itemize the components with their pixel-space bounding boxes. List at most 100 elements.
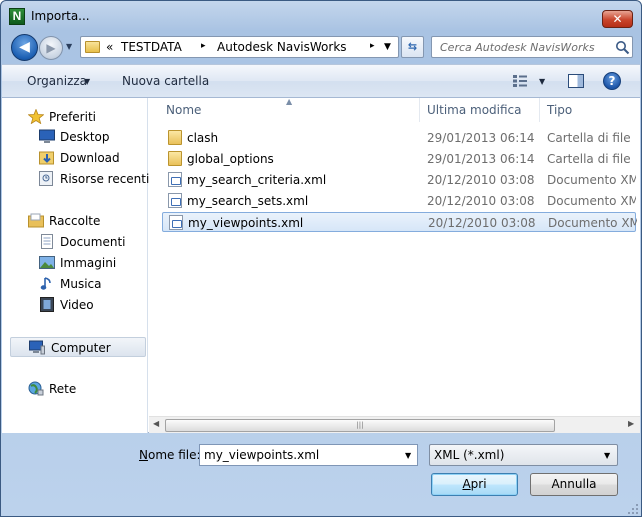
breadcrumb-overflow[interactable]: « — [106, 40, 113, 54]
column-header-type[interactable]: Tipo — [540, 98, 640, 122]
network-globe-icon — [28, 381, 44, 396]
file-modified: 20/12/2010 03:08 — [427, 194, 535, 208]
file-list: ▲ Nome Ultima modifica Tipo clash 29/01/… — [149, 97, 640, 433]
horizontal-scrollbar[interactable]: ◀ ||| ▶ — [149, 416, 640, 433]
search-box[interactable] — [431, 36, 633, 58]
breadcrumb-separator-icon[interactable]: ▸ — [201, 41, 206, 51]
forward-button[interactable]: ▶ — [39, 36, 63, 60]
file-name: clash — [187, 131, 219, 145]
recent-places-icon — [39, 171, 53, 186]
file-name: my_viewpoints.xml — [188, 216, 304, 230]
sidebar-item-label: Risorse recenti — [60, 172, 150, 186]
column-header-label: Ultima modifica — [427, 103, 522, 117]
close-button[interactable]: ✕ — [602, 10, 633, 28]
preview-pane-icon[interactable] — [568, 74, 584, 88]
sidebar-item-video[interactable]: Video — [2, 295, 148, 315]
sidebar-item-label: Download — [60, 151, 120, 165]
filename-label: Nome file: — [139, 448, 201, 462]
sidebar-item-computer[interactable]: Computer — [10, 337, 146, 357]
open-accelerator: A — [462, 477, 471, 491]
sidebar-item-label: Preferiti — [49, 110, 96, 124]
sidebar-item-libraries[interactable]: Raccolte — [2, 211, 148, 231]
sidebar-item-label: Desktop — [60, 130, 110, 144]
file-row-my-search-sets[interactable]: my_search_sets.xml 20/12/2010 03:08 Docu… — [162, 191, 636, 211]
arrow-right-icon: ▶ — [46, 41, 56, 55]
filename-label-accelerator: N — [139, 448, 148, 462]
sidebar-item-documents[interactable]: Documenti — [2, 232, 148, 252]
file-row-clash[interactable]: clash 29/01/2013 06:14 Cartella di file — [162, 128, 636, 148]
libraries-icon — [28, 213, 44, 228]
file-name: global_options — [187, 152, 274, 166]
xml-file-icon — [168, 172, 182, 187]
music-note-icon — [40, 277, 51, 290]
sidebar-item-label: Musica — [60, 277, 102, 291]
sidebar-item-label: Computer — [51, 341, 111, 355]
file-type: Documento XML — [547, 173, 636, 187]
sidebar-item-label: Video — [60, 298, 94, 312]
search-input[interactable] — [432, 37, 610, 57]
file-type: Documento XML — [547, 194, 636, 208]
sidebar-item-desktop[interactable]: Desktop — [2, 127, 148, 147]
video-film-icon — [40, 297, 54, 312]
file-row-my-search-criteria[interactable]: my_search_criteria.xml 20/12/2010 03:08 … — [162, 170, 636, 190]
column-header-modified[interactable]: Ultima modifica — [420, 98, 539, 122]
sidebar-item-label: Documenti — [60, 235, 126, 249]
chevron-down-icon[interactable]: ▼ — [84, 77, 90, 86]
scrollbar-thumb[interactable]: ||| — [165, 419, 555, 432]
arrow-left-icon: ◀ — [19, 39, 30, 55]
pictures-icon — [39, 256, 55, 269]
breadcrumb-testdata[interactable]: TESTDATA — [121, 40, 182, 54]
filename-input[interactable] — [199, 444, 418, 466]
refresh-button[interactable]: ⇆ — [401, 36, 424, 58]
scroll-right-icon[interactable]: ▶ — [628, 419, 634, 428]
sidebar-item-pictures[interactable]: Immagini — [2, 253, 148, 273]
address-dropdown-icon[interactable]: ▼ — [384, 42, 391, 52]
column-header-label: Nome — [166, 103, 202, 117]
command-toolbar: Organizza ▼ Nuova cartella ▼ ? — [2, 64, 640, 98]
open-label: pri — [470, 477, 487, 491]
title-bar[interactable]: N Importa... ✕ — [1, 1, 641, 31]
file-type-select[interactable]: XML (*.xml) ▼ — [429, 444, 618, 466]
recent-locations-dropdown[interactable]: ▼ — [66, 42, 72, 51]
sidebar-item-download[interactable]: Download — [2, 148, 148, 168]
file-name: my_search_sets.xml — [187, 194, 309, 208]
open-button[interactable]: Apri — [431, 473, 518, 496]
file-type-value: XML (*.xml) — [434, 448, 505, 462]
file-row-global-options[interactable]: global_options 29/01/2013 06:14 Cartella… — [162, 149, 636, 169]
breadcrumb-autodesk-navisworks[interactable]: Autodesk NavisWorks — [217, 40, 347, 54]
resize-grip-icon[interactable] — [627, 503, 639, 515]
view-options-icon[interactable] — [512, 74, 528, 88]
navisworks-app-icon: N — [9, 8, 25, 25]
sidebar-item-network[interactable]: Rete — [2, 379, 148, 399]
computer-icon — [29, 340, 45, 355]
file-type: Documento XML — [548, 216, 637, 230]
window-title: Importa... — [31, 9, 90, 23]
breadcrumb-separator-icon[interactable]: ▸ — [370, 41, 375, 51]
new-folder-button[interactable]: Nuova cartella — [122, 74, 209, 88]
address-bar[interactable]: « TESTDATA ▸ Autodesk NavisWorks ▸ ▼ — [80, 36, 399, 58]
filename-dropdown-icon[interactable]: ▼ — [405, 451, 411, 460]
star-icon — [28, 109, 44, 124]
help-icon[interactable]: ? — [603, 72, 621, 90]
cancel-button[interactable]: Annulla — [530, 473, 618, 496]
xml-file-icon — [169, 215, 183, 230]
sidebar-item-favorites[interactable]: Preferiti — [2, 107, 148, 127]
back-button[interactable]: ◀ — [11, 34, 38, 61]
file-modified: 20/12/2010 03:08 — [427, 173, 535, 187]
file-row-my-viewpoints[interactable]: my_viewpoints.xml 20/12/2010 03:08 Docum… — [162, 212, 637, 232]
folder-icon — [168, 151, 182, 166]
xml-file-icon — [168, 193, 182, 208]
documents-icon — [41, 234, 53, 249]
sidebar-item-recent-places[interactable]: Risorse recenti — [2, 169, 150, 189]
file-modified: 29/01/2013 06:14 — [427, 152, 535, 166]
chevron-down-icon: ▼ — [604, 451, 611, 460]
column-header-name[interactable]: Nome — [149, 98, 419, 122]
refresh-icon: ⇆ — [407, 40, 418, 53]
scroll-left-icon[interactable]: ◀ — [153, 419, 159, 428]
column-header-label: Tipo — [547, 103, 573, 117]
view-options-dropdown-icon[interactable]: ▼ — [539, 77, 545, 86]
search-icon[interactable] — [615, 40, 630, 55]
file-type: Cartella di file — [547, 131, 631, 145]
sidebar-item-music[interactable]: Musica — [2, 274, 148, 294]
organize-menu-label[interactable]: Organizza — [27, 74, 87, 88]
